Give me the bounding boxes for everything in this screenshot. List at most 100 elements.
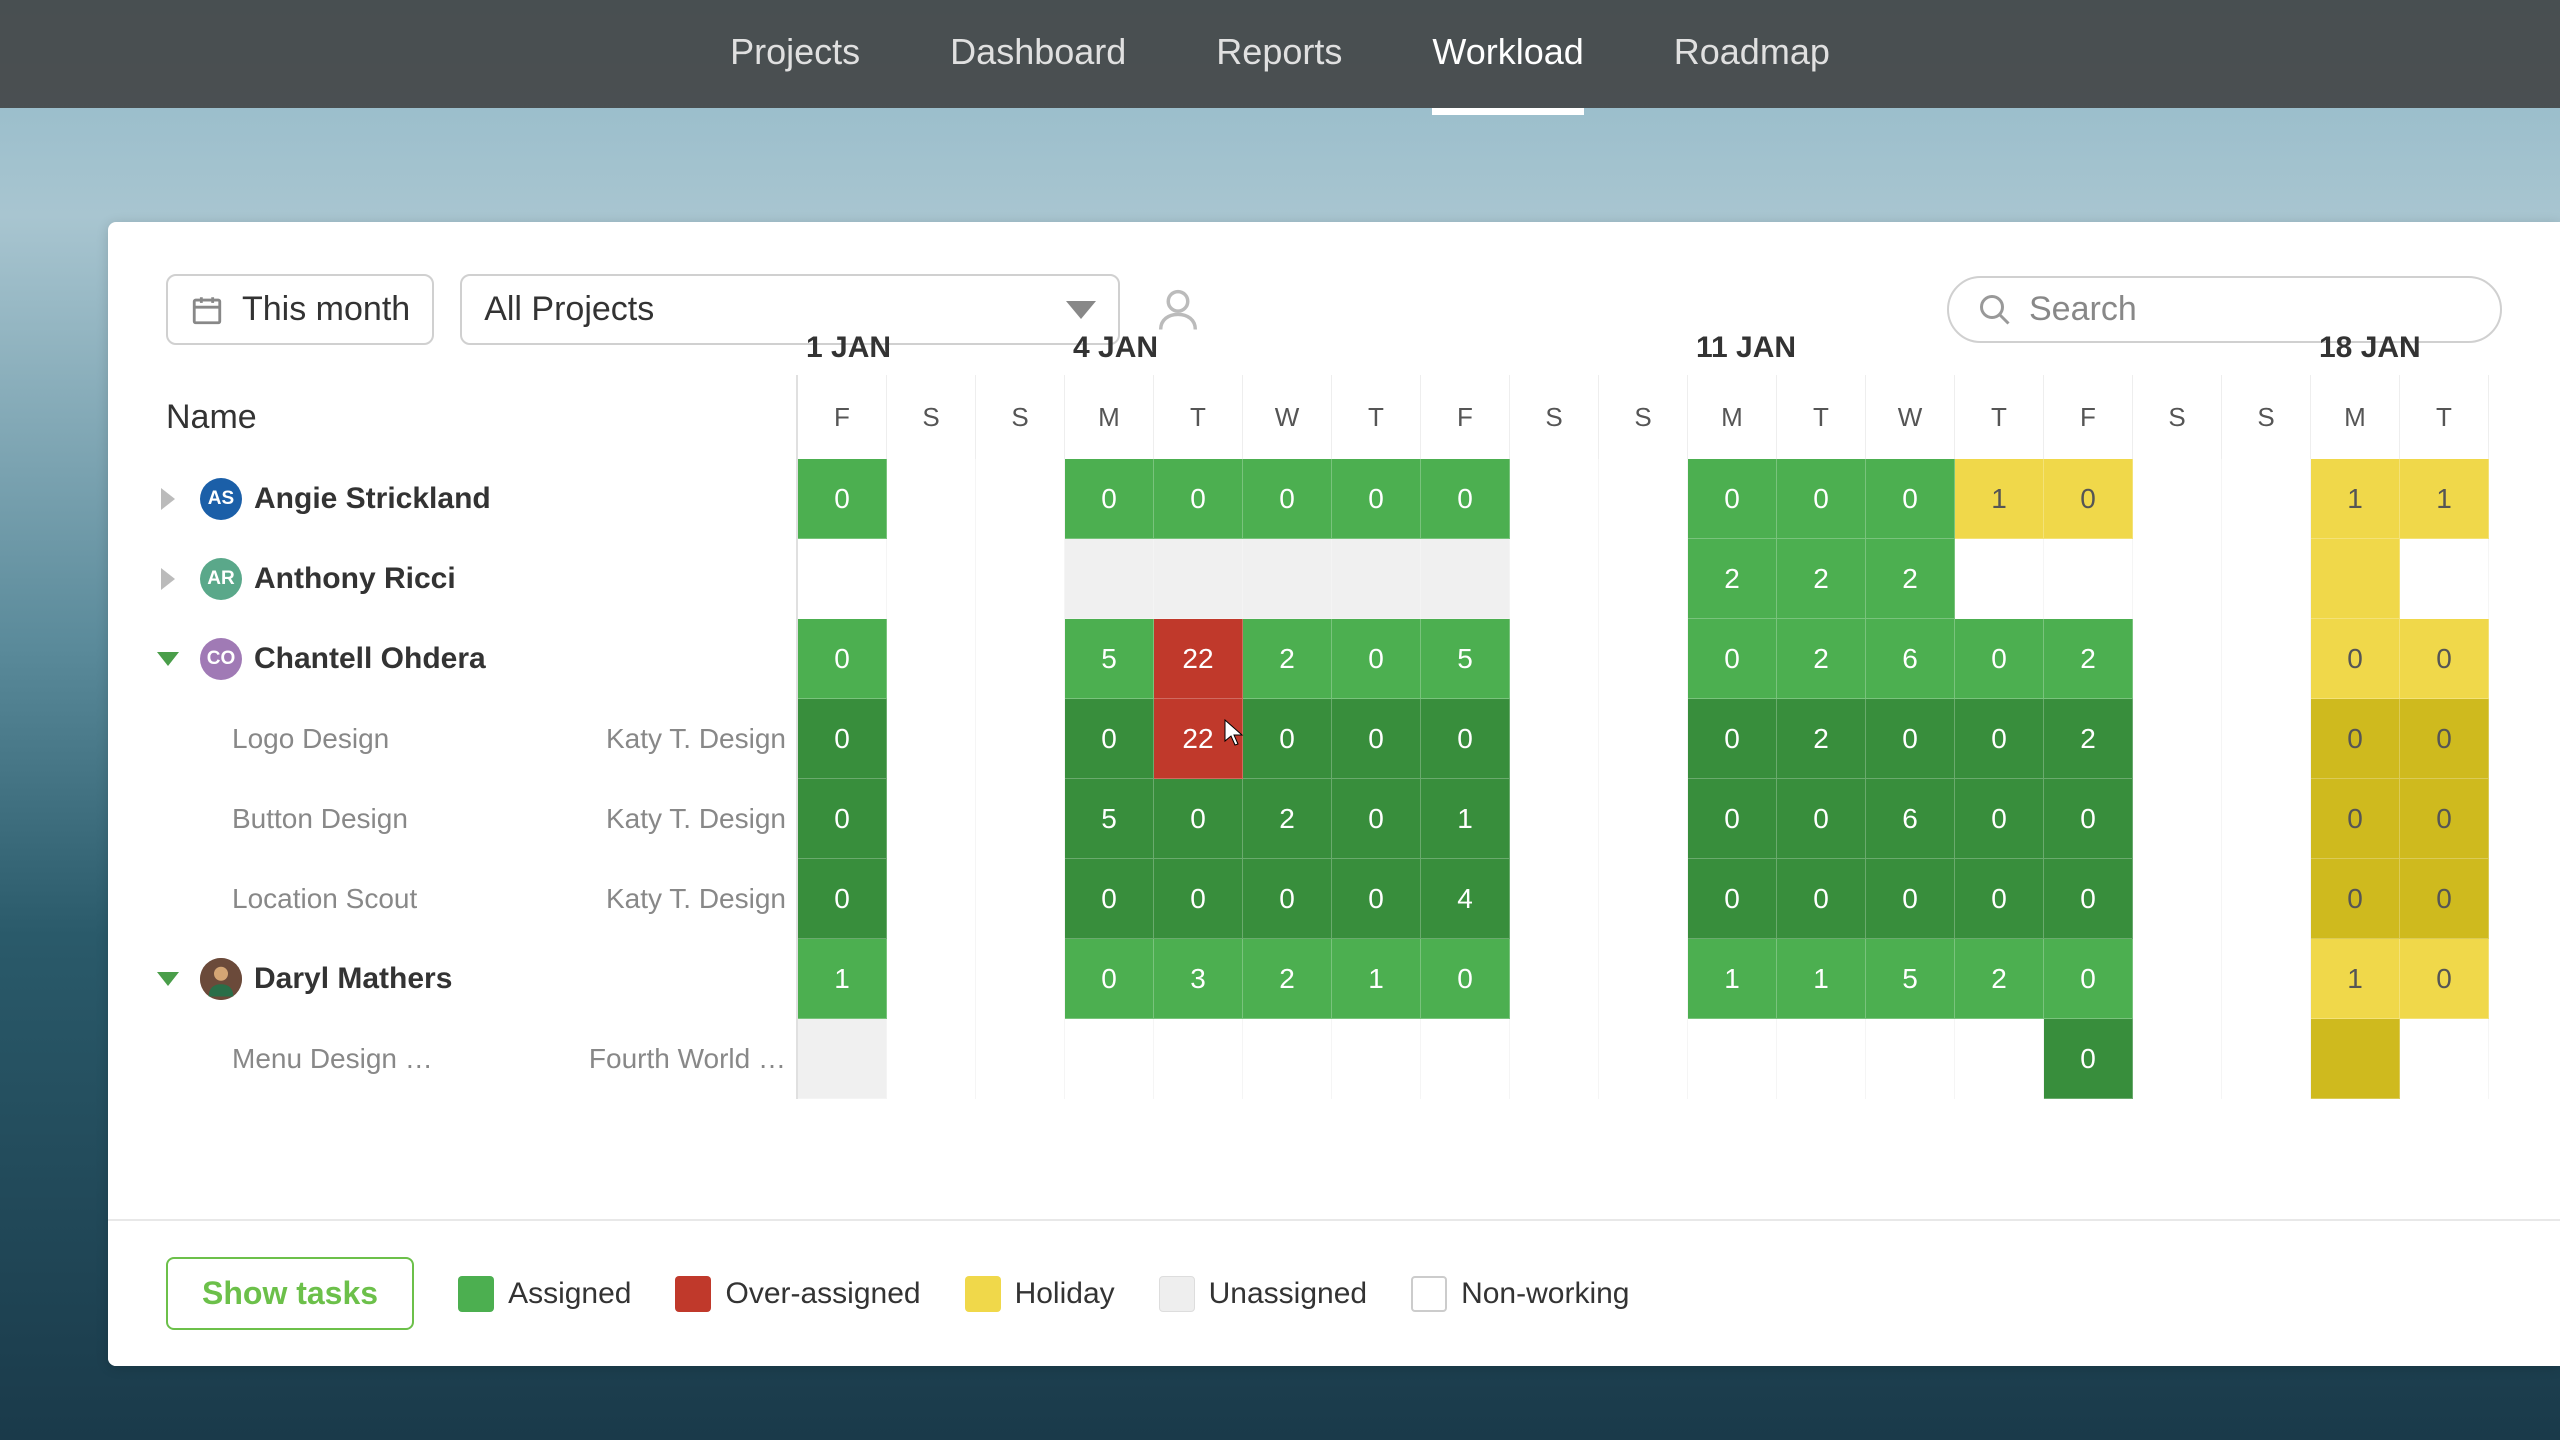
- person-row[interactable]: Daryl Mathers: [108, 939, 798, 1019]
- workload-cell[interactable]: 2: [1243, 939, 1332, 1019]
- workload-cell[interactable]: 0: [1688, 699, 1777, 779]
- workload-cell[interactable]: 0: [2311, 779, 2400, 859]
- workload-cell[interactable]: 1: [1777, 939, 1866, 1019]
- workload-cell[interactable]: 0: [2044, 859, 2133, 939]
- workload-cell[interactable]: 1: [1332, 939, 1421, 1019]
- workload-cell[interactable]: 0: [1065, 699, 1154, 779]
- workload-cell[interactable]: [1065, 539, 1154, 619]
- workload-cell[interactable]: 0: [1243, 859, 1332, 939]
- workload-cell[interactable]: 0: [798, 619, 887, 699]
- workload-cell[interactable]: 0: [1332, 779, 1421, 859]
- workload-cell[interactable]: 2: [2044, 699, 2133, 779]
- project-filter-dropdown[interactable]: All Projects: [460, 274, 1120, 345]
- workload-cell[interactable]: 0: [1866, 859, 1955, 939]
- nav-projects[interactable]: Projects: [730, 31, 860, 77]
- workload-cell[interactable]: 0: [1421, 459, 1510, 539]
- workload-cell[interactable]: 0: [2311, 619, 2400, 699]
- person-row[interactable]: ARAnthony Ricci: [108, 539, 798, 619]
- workload-cell[interactable]: [2311, 1019, 2400, 1099]
- workload-cell[interactable]: 2: [2044, 619, 2133, 699]
- workload-cell[interactable]: [1332, 539, 1421, 619]
- workload-cell[interactable]: 0: [2400, 779, 2489, 859]
- workload-cell[interactable]: [2311, 539, 2400, 619]
- workload-cell[interactable]: 0: [1866, 459, 1955, 539]
- workload-cell[interactable]: [1421, 539, 1510, 619]
- workload-cell[interactable]: 2: [1243, 779, 1332, 859]
- workload-cell[interactable]: 0: [1332, 859, 1421, 939]
- collapse-icon[interactable]: [148, 652, 188, 666]
- workload-cell[interactable]: [1154, 539, 1243, 619]
- workload-cell[interactable]: 5: [1421, 619, 1510, 699]
- workload-cell[interactable]: 0: [1777, 859, 1866, 939]
- person-row[interactable]: ASAngie Strickland: [108, 459, 798, 539]
- workload-cell[interactable]: 2: [1955, 939, 2044, 1019]
- expand-icon[interactable]: [148, 568, 188, 590]
- person-row[interactable]: COChantell Ohdera: [108, 619, 798, 699]
- workload-cell[interactable]: 1: [2311, 459, 2400, 539]
- workload-cell[interactable]: 0: [2400, 859, 2489, 939]
- workload-cell[interactable]: 0: [1332, 459, 1421, 539]
- workload-cell[interactable]: 0: [1688, 859, 1777, 939]
- workload-cell[interactable]: 3: [1154, 939, 1243, 1019]
- workload-cell[interactable]: 0: [2400, 939, 2489, 1019]
- workload-cell[interactable]: 1: [2400, 459, 2489, 539]
- workload-cell[interactable]: 0: [1421, 939, 1510, 1019]
- workload-cell[interactable]: 0: [1332, 699, 1421, 779]
- subtask-row[interactable]: Menu Design …Fourth World …: [108, 1019, 798, 1099]
- workload-cell[interactable]: 22: [1154, 699, 1243, 779]
- workload-cell[interactable]: 0: [1154, 859, 1243, 939]
- subtask-row[interactable]: Location ScoutKaty T. Design: [108, 859, 798, 939]
- workload-cell[interactable]: 0: [1154, 779, 1243, 859]
- workload-cell[interactable]: 2: [1777, 699, 1866, 779]
- workload-cell[interactable]: 0: [1955, 859, 2044, 939]
- workload-cell[interactable]: 0: [1243, 459, 1332, 539]
- workload-cell[interactable]: 0: [1955, 779, 2044, 859]
- nav-workload[interactable]: Workload: [1432, 31, 1583, 77]
- workload-cell[interactable]: 6: [1866, 619, 1955, 699]
- workload-cell[interactable]: 0: [1243, 699, 1332, 779]
- workload-cell[interactable]: 1: [1688, 939, 1777, 1019]
- workload-cell[interactable]: 4: [1421, 859, 1510, 939]
- collapse-icon[interactable]: [148, 972, 188, 986]
- workload-cell[interactable]: 0: [1065, 939, 1154, 1019]
- workload-cell[interactable]: 0: [1065, 459, 1154, 539]
- workload-cell[interactable]: 0: [1866, 699, 1955, 779]
- workload-cell[interactable]: 0: [798, 459, 887, 539]
- nav-roadmap[interactable]: Roadmap: [1674, 31, 1830, 77]
- workload-cell[interactable]: 0: [1777, 459, 1866, 539]
- workload-cell[interactable]: 5: [1065, 619, 1154, 699]
- subtask-row[interactable]: Button DesignKaty T. Design: [108, 779, 798, 859]
- show-tasks-button[interactable]: Show tasks: [166, 1257, 414, 1330]
- workload-cell[interactable]: 0: [2400, 619, 2489, 699]
- workload-cell[interactable]: 6: [1866, 779, 1955, 859]
- workload-cell[interactable]: 0: [1065, 859, 1154, 939]
- workload-cell[interactable]: 0: [2311, 859, 2400, 939]
- workload-cell[interactable]: 0: [2044, 459, 2133, 539]
- workload-cell[interactable]: 1: [2311, 939, 2400, 1019]
- period-dropdown[interactable]: This month: [166, 274, 434, 345]
- workload-cell[interactable]: 5: [1866, 939, 1955, 1019]
- workload-cell[interactable]: 5: [1065, 779, 1154, 859]
- workload-cell[interactable]: 0: [2311, 699, 2400, 779]
- workload-cell[interactable]: 1: [1421, 779, 1510, 859]
- workload-cell[interactable]: 0: [798, 859, 887, 939]
- workload-cell[interactable]: 2: [1866, 539, 1955, 619]
- workload-cell[interactable]: 0: [1955, 619, 2044, 699]
- workload-cell[interactable]: 22: [1154, 619, 1243, 699]
- workload-cell[interactable]: 0: [1777, 779, 1866, 859]
- workload-cell[interactable]: 0: [798, 779, 887, 859]
- workload-cell[interactable]: 2: [1688, 539, 1777, 619]
- workload-cell[interactable]: 0: [1154, 459, 1243, 539]
- nav-dashboard[interactable]: Dashboard: [950, 31, 1126, 77]
- workload-cell[interactable]: 0: [2044, 779, 2133, 859]
- workload-cell[interactable]: 0: [2044, 939, 2133, 1019]
- workload-cell[interactable]: 1: [1955, 459, 2044, 539]
- search-input[interactable]: [2029, 290, 2472, 329]
- workload-cell[interactable]: 2: [1777, 539, 1866, 619]
- subtask-row[interactable]: Logo DesignKaty T. Design: [108, 699, 798, 779]
- workload-cell[interactable]: 1: [798, 939, 887, 1019]
- workload-cell[interactable]: [798, 1019, 887, 1099]
- workload-cell[interactable]: 0: [2044, 1019, 2133, 1099]
- workload-cell[interactable]: 0: [1955, 699, 2044, 779]
- workload-cell[interactable]: 0: [1688, 619, 1777, 699]
